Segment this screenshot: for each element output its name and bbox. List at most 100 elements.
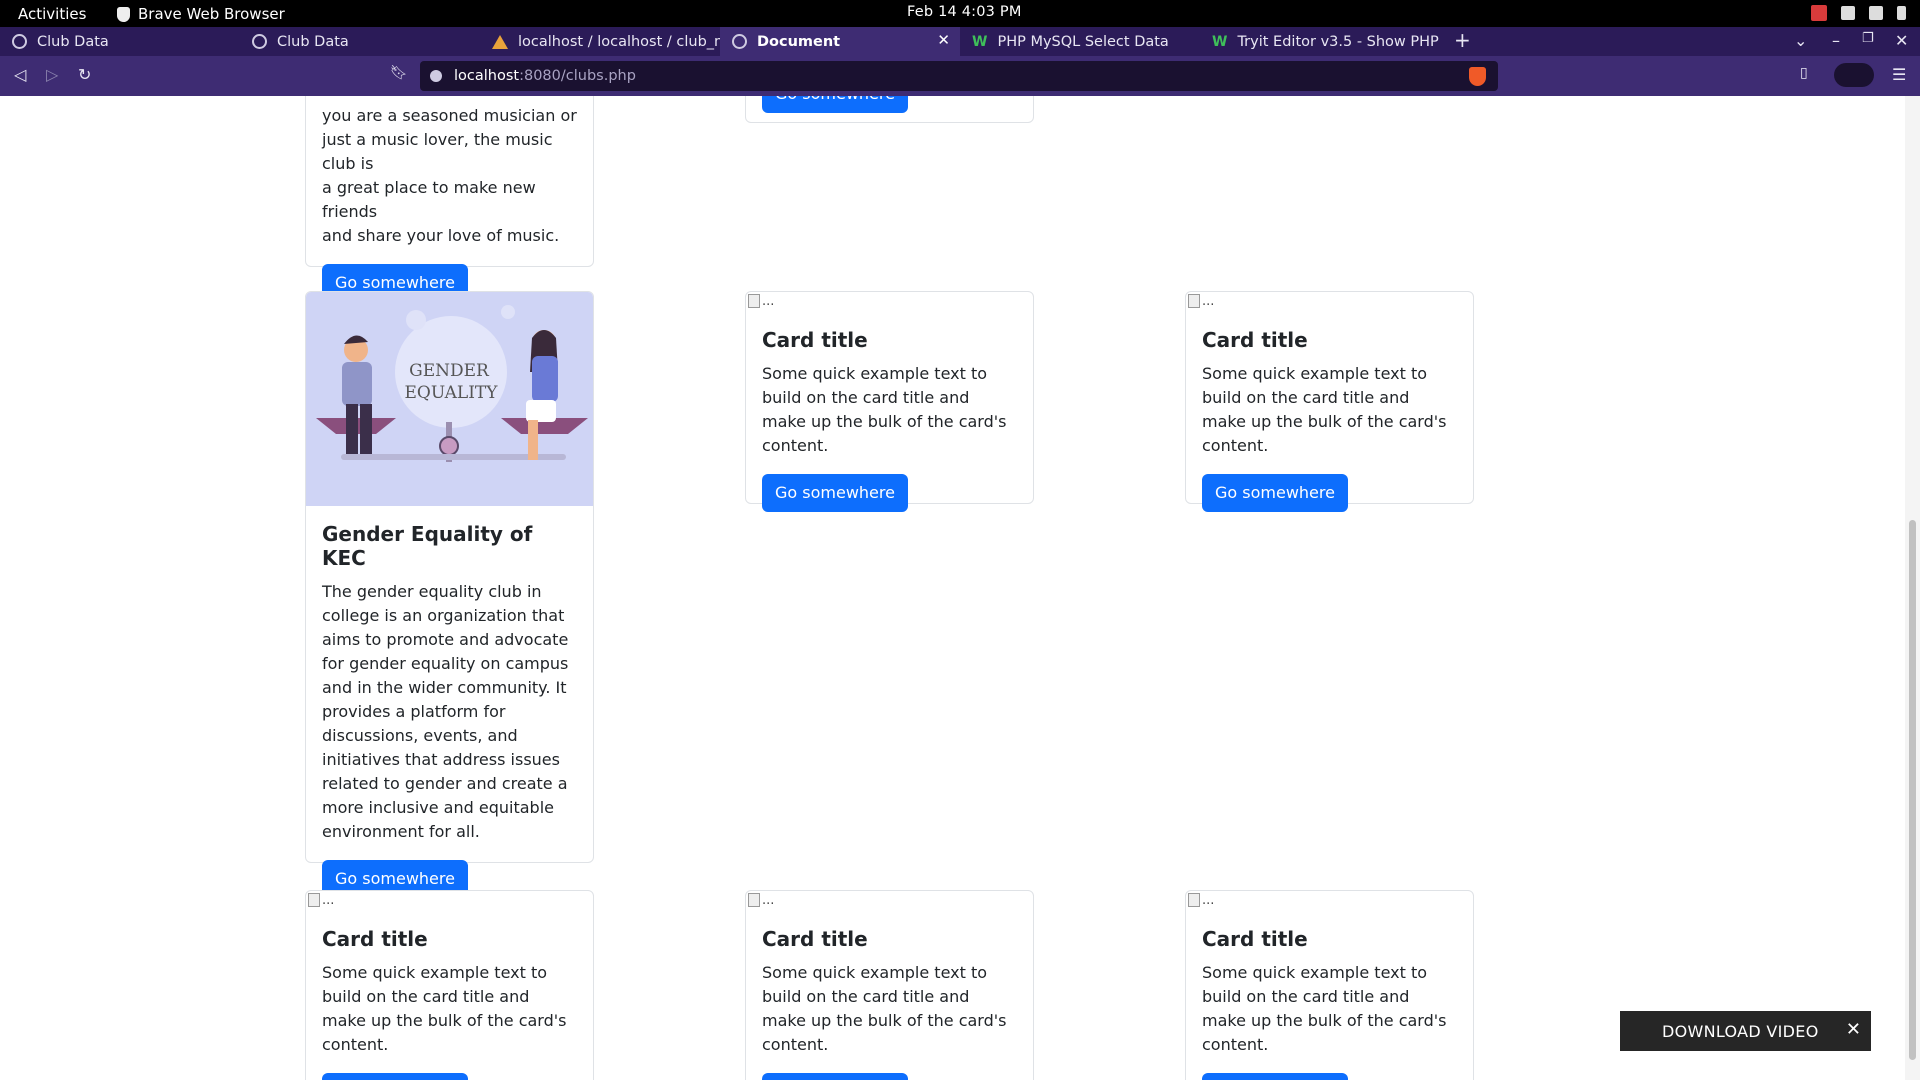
url-path: :8080/clubs.php [519, 68, 636, 84]
placeholder-card: ... Card title Some quick example text t… [305, 890, 594, 1080]
phpmyadmin-icon [492, 34, 508, 49]
tab-document[interactable]: Document ✕ [720, 27, 960, 56]
wifi-icon [1841, 6, 1855, 20]
volume-icon [1869, 6, 1883, 20]
download-video-label[interactable]: DOWNLOAD VIDEO [1662, 1022, 1819, 1041]
card-text-line: a great place to make new friends [322, 178, 536, 221]
image-alt-text: ... [762, 892, 775, 908]
card-text: you are a seasoned musician or just a mu… [322, 104, 577, 248]
placeholder-card: ... Card title Some quick example text t… [1185, 291, 1474, 512]
w3schools-icon: W [972, 33, 988, 50]
card-text: Some quick example text to build on the … [762, 963, 1007, 1054]
go-somewhere-button[interactable]: Go somewhere [762, 474, 908, 512]
gender-equality-card: GENDER EQUALITY Gender Equality of KEC T… [305, 291, 594, 898]
tab-list-chevron-icon[interactable]: ⌄ [1794, 31, 1807, 50]
tab-title: localhost / localhost / club_m [518, 33, 720, 50]
card-text-line: and share your love of music. [322, 226, 560, 245]
card-title: Card title [762, 927, 868, 951]
tab-title: Club Data [37, 33, 109, 50]
close-tab-icon[interactable]: ✕ [937, 31, 950, 49]
url-text: localhost:8080/clubs.php [454, 68, 636, 84]
go-somewhere-button[interactable]: Go somewhere [322, 1073, 468, 1080]
broken-image-icon: ... [1186, 292, 1473, 310]
tab-club-data-2[interactable]: Club Data [240, 27, 480, 56]
card-text-line: you are a seasoned musician or [322, 106, 577, 125]
image-alt-text: ... [762, 293, 775, 309]
bookmark-icon[interactable]: 🔖︎ [390, 65, 408, 81]
download-video-bar[interactable]: DOWNLOAD VIDEO ✕ [1620, 1011, 1871, 1051]
browser-tab-bar: Club Data Club Data localhost / localhos… [0, 27, 1920, 56]
window-close-icon[interactable]: ✕ [1895, 31, 1908, 50]
tab-title: Club Data [277, 33, 349, 50]
page-scrollbar[interactable] [1905, 96, 1920, 1080]
site-info-icon[interactable] [430, 70, 442, 82]
activities-button[interactable]: Activities [18, 5, 86, 23]
image-text-equality: EQUALITY [405, 383, 499, 403]
go-somewhere-button[interactable]: Go somewhere [1202, 474, 1348, 512]
forward-icon[interactable]: ▷ [46, 65, 58, 84]
system-top-bar: Activities Brave Web Browser Feb 14 4:03… [0, 0, 1920, 27]
minimize-icon[interactable]: – [1832, 31, 1840, 50]
scrollbar-thumb[interactable] [1909, 520, 1916, 1060]
tab-phpmyadmin[interactable]: localhost / localhost / club_m [480, 27, 720, 56]
menu-icon[interactable]: ☰ [1892, 65, 1906, 84]
card-title: Card title [762, 328, 868, 352]
broken-image-icon: ... [746, 292, 1033, 310]
card-text-line: just a music lover, the music club is [322, 130, 553, 173]
placeholder-card: ... Card title Some quick example text t… [1185, 890, 1474, 1080]
globe-icon [252, 34, 267, 49]
gender-equality-image: GENDER EQUALITY [306, 292, 593, 506]
clock[interactable]: Feb 14 4:03 PM [907, 4, 1022, 20]
card-partial: Go somewhere [745, 96, 1034, 123]
system-tray[interactable] [1811, 5, 1906, 21]
card-text: Some quick example text to build on the … [762, 364, 1007, 455]
browser-toolbar: ◁ ▷ ↻ 🔖︎ localhost:8080/clubs.php ▯ ☰ [0, 56, 1920, 96]
wallet-icon[interactable] [1834, 63, 1874, 87]
go-somewhere-button[interactable]: Go somewhere [762, 1073, 908, 1080]
music-club-card: you are a seasoned musician or just a mu… [305, 96, 594, 302]
broken-image-icon: ... [306, 891, 593, 909]
reload-icon[interactable]: ↻ [78, 65, 91, 84]
tab-title: PHP MySQL Select Data [997, 33, 1169, 50]
app-name: Brave Web Browser [138, 5, 285, 23]
card-title: Card title [1202, 328, 1308, 352]
card-title: Card title [1202, 927, 1308, 951]
image-text-gender: GENDER [409, 361, 490, 381]
tab-title: Tryit Editor v3.5 - Show PHP [1237, 33, 1439, 50]
broken-image-icon: ... [1186, 891, 1473, 909]
card-text: Some quick example text to build on the … [1202, 963, 1447, 1054]
tab-tryit-editor[interactable]: W Tryit Editor v3.5 - Show PHP [1200, 27, 1440, 56]
placeholder-card: ... Card title Some quick example text t… [745, 890, 1034, 1080]
app-menu[interactable]: Brave Web Browser [117, 5, 285, 23]
image-alt-text: ... [322, 892, 335, 908]
url-host: localhost [454, 68, 520, 84]
close-icon[interactable]: ✕ [1846, 1019, 1861, 1040]
placeholder-card: ... Card title Some quick example text t… [745, 291, 1034, 512]
sidebar-toggle-icon[interactable]: ▯ [1800, 65, 1808, 81]
go-somewhere-button[interactable]: Go somewhere [1202, 1073, 1348, 1080]
gender-equality-illustration: GENDER EQUALITY [316, 305, 588, 462]
w3schools-icon: W [1212, 33, 1228, 50]
card-text: The gender equality club in college is a… [322, 582, 569, 841]
globe-icon [12, 34, 27, 49]
address-bar[interactable]: localhost:8080/clubs.php [420, 61, 1498, 91]
broken-image-icon: ... [746, 891, 1033, 909]
tab-php-mysql-select[interactable]: W PHP MySQL Select Data [960, 27, 1200, 56]
brave-icon [117, 6, 130, 22]
tab-club-data-1[interactable]: Club Data [0, 27, 240, 56]
brave-shields-icon[interactable] [1469, 67, 1486, 86]
image-alt-text: ... [1202, 293, 1215, 309]
battery-icon [1897, 6, 1906, 20]
card-text: Some quick example text to build on the … [1202, 364, 1447, 455]
back-icon[interactable]: ◁ [14, 65, 26, 84]
card-title: Gender Equality of KEC [322, 522, 533, 570]
restore-icon[interactable]: ❐ [1862, 31, 1874, 46]
new-tab-icon[interactable]: + [1454, 28, 1471, 52]
card-title: Card title [322, 927, 428, 951]
page-content: you are a seasoned musician or just a mu… [0, 96, 1905, 1080]
tab-title: Document [757, 33, 841, 50]
screen-record-icon[interactable] [1811, 5, 1827, 21]
image-alt-text: ... [1202, 892, 1215, 908]
go-somewhere-button[interactable]: Go somewhere [762, 96, 908, 113]
card-text: Some quick example text to build on the … [322, 963, 567, 1054]
